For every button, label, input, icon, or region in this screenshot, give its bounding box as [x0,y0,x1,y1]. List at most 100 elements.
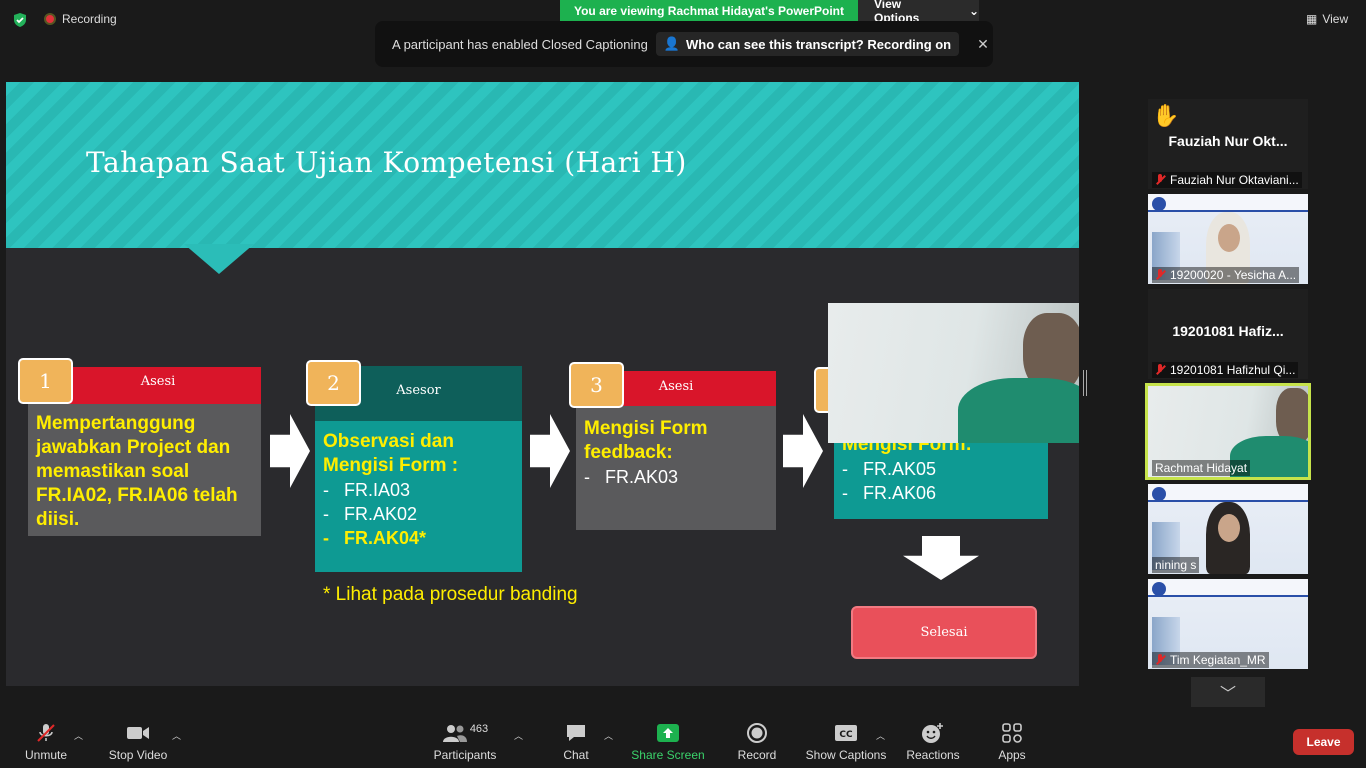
participant-name-label: Fauziah Nur Oktaviani... [1152,172,1302,188]
apps-label: Apps [998,748,1026,762]
caret-up-icon[interactable]: ︿ [514,729,523,742]
viewing-banner: You are viewing Rachmat Hidayat's PowerP… [560,0,858,21]
record-label: Record [737,748,777,762]
resize-handle[interactable] [1083,370,1087,396]
step4-item-text: FR.AK05 [863,459,937,479]
grid-view-icon: ▦ [1306,12,1318,26]
participant-name: Fauziah Nur Oktaviani... [1170,173,1299,187]
raised-hand-icon: ✋ [1152,103,1180,128]
closed-caption-icon: CC [834,722,858,744]
banding-note: * Lihat pada prosedur banding [323,584,578,605]
record-icon [745,722,769,744]
step2-text: Observasi dan Mengisi Form : - FR.IA03 -… [315,424,522,556]
participant-name: Tim Kegiatan_MR [1170,653,1266,667]
record-button[interactable]: Record [734,707,780,768]
step1-line: memastikan soal [36,461,190,482]
view-button[interactable]: ▦ View [1306,12,1348,26]
participant-tile[interactable]: 19201081 Hafiz... 19201081 Hafizhul Qi..… [1148,289,1308,379]
participant-name-label: nining s [1152,557,1200,573]
participants-count: 463 [469,723,489,735]
stop-video-label: Stop Video [108,748,168,762]
arrow-down-icon [903,536,979,580]
banner-pointer [184,244,254,274]
chat-button[interactable]: Chat [556,707,596,768]
step4-item-text: FR.AK06 [863,483,937,503]
participant-name-label: Tim Kegiatan_MR [1152,652,1269,668]
cc-message: A participant has enabled Closed Caption… [392,36,648,52]
step4-item: - FR.AK06 [842,483,937,503]
step3-heading: feedback: [584,442,673,463]
participants-icon: 463 [437,722,493,744]
step2-item-text: FR.IA03 [344,480,411,500]
unmute-label: Unmute [24,748,68,762]
person-icon: 👤 [663,36,681,51]
reactions-button[interactable]: Reactions [904,707,962,768]
recording-label: Recording [62,12,117,26]
step1-line: FR.IA02, FR.IA06 telah [36,485,238,506]
step1-number: 1 [18,358,73,404]
step3-item-text: FR.AK03 [605,467,679,487]
security-shield-icon[interactable] [12,12,28,28]
step2-item: - FR.AK04* [323,528,427,548]
mic-muted-icon [1155,364,1165,376]
participant-tile[interactable]: 19200020 - Yesicha A... [1148,194,1308,284]
participant-name: nining s [1155,558,1197,572]
apps-icon [1000,722,1024,744]
transcript-info-label: Who can see this transcript? Recording o… [686,36,952,52]
recording-dot-icon [44,13,56,25]
step2-item-text: FR.AK02 [344,504,418,524]
show-captions-label: Show Captions [805,748,887,762]
close-icon[interactable]: ✕ [977,36,989,53]
participant-big-name: 19201081 Hafiz... [1172,323,1284,339]
active-speaker-tile[interactable]: Rachmat Hidayat [1145,383,1311,480]
step4-item: - FR.AK05 [842,459,937,479]
chevron-down-icon: ⌄ [968,3,979,18]
unmute-button[interactable]: Unmute [18,707,74,768]
leave-button[interactable]: Leave [1293,729,1354,755]
mic-muted-icon [1155,654,1165,666]
chevron-down-icon: ﹀ [1219,686,1236,703]
transcript-info-link[interactable]: 👤 Who can see this transcript? Recording… [655,32,960,56]
arrow-right-icon [783,414,823,488]
participants-label: Participants [433,748,497,762]
step3-item: - FR.AK03 [584,467,679,487]
finish-box: Selesai [851,606,1037,659]
participant-name: 19200020 - Yesicha A... [1170,268,1297,282]
chat-bubble-icon [564,722,588,744]
step2-number: 2 [306,360,361,406]
step2-heading: Mengisi Form : [323,455,459,476]
view-options-button[interactable]: View Options ⌄ [858,0,979,25]
stop-video-button[interactable]: Stop Video [106,707,170,768]
participant-name: 19201081 Hafizhul Qi... [1170,363,1296,377]
step3-role: Asesi [658,378,694,394]
participant-tile[interactable]: nining s [1148,484,1308,574]
step1-text: Mempertanggung jawabkan Project dan mema… [28,406,268,538]
participant-tile[interactable]: Tim Kegiatan_MR [1148,579,1308,669]
step2-role: Asesor [396,382,441,398]
smiley-plus-icon [921,722,945,744]
caret-up-icon[interactable]: ︿ [172,729,181,742]
share-screen-button[interactable]: Share Screen [630,707,706,768]
participant-big-name: Fauziah Nur Okt... [1168,133,1288,149]
slide-title: Tahapan Saat Ujian Kompetensi (Hari H) [86,146,687,179]
participants-button[interactable]: 463 Participants [430,707,500,768]
step2-heading: Observasi dan [323,431,454,452]
step1-line: Mempertanggung [36,413,196,434]
caret-up-icon[interactable]: ︿ [604,729,613,742]
chat-label: Chat [563,748,589,762]
caret-up-icon[interactable]: ︿ [876,729,885,742]
participant-name-label: 19201081 Hafizhul Qi... [1152,362,1299,378]
participant-tile[interactable]: ✋ Fauziah Nur Okt... Fauziah Nur Oktavia… [1148,99,1308,189]
arrow-right-icon [530,414,570,488]
step3-heading: Mengisi Form [584,418,708,439]
step1-line: diisi. [36,509,80,530]
caret-up-icon[interactable]: ︿ [74,729,83,742]
scroll-down-button[interactable]: ﹀ [1191,677,1265,707]
participant-name-label: 19200020 - Yesicha A... [1152,267,1300,283]
participant-name-label: Rachmat Hidayat [1152,460,1251,476]
step1-line: jawabkan Project dan [36,437,231,458]
presenter-video-overlay[interactable] [828,303,1079,443]
recording-indicator[interactable]: Recording [44,12,117,26]
step3-text: Mengisi Form feedback: - FR.AK03 [576,411,776,495]
apps-button[interactable]: Apps [994,707,1030,768]
